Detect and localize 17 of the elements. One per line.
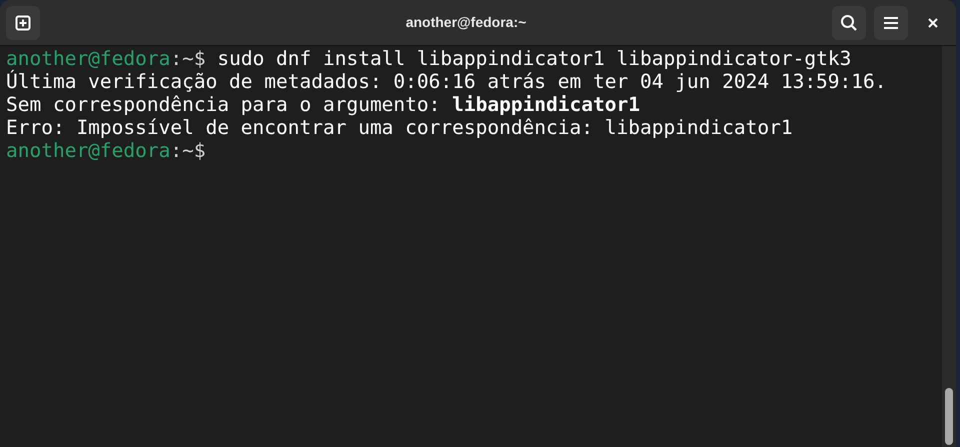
output-text: Última verificação de metadados: 0:06:16 atrás em ter 04 jun 2024 13:59:16. — [6, 70, 886, 93]
command-text: sudo dnf install libappindicator1 libappindicator-gtk3 — [216, 47, 852, 70]
output-text: Sem correspondência para o argumento: libappindicator1 — [6, 93, 640, 116]
new-tab-button[interactable] — [6, 6, 40, 40]
scrollbar-thumb[interactable] — [945, 388, 953, 445]
window-title: another@fedora:~ — [404, 13, 526, 32]
search-icon — [840, 14, 858, 32]
new-tab-icon — [15, 14, 31, 30]
close-icon — [928, 18, 938, 28]
output-text: Erro: Impossível de encontrar uma correspondência: libappindicator1 — [6, 116, 793, 139]
search-button[interactable] — [832, 6, 866, 40]
prompt-path: :~$ — [170, 47, 206, 70]
prompt-user-host: another@fedora — [6, 47, 170, 70]
prompt-path: :~$ — [170, 139, 206, 162]
menu-icon — [883, 16, 899, 30]
prompt-user-host: another@fedora — [6, 139, 170, 162]
menu-button[interactable] — [874, 6, 908, 40]
